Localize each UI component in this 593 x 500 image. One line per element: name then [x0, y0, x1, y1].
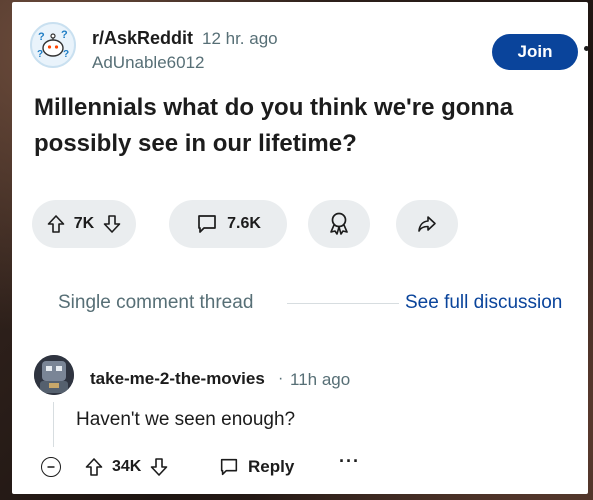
reply-label: Reply — [248, 457, 295, 476]
downvote-icon[interactable] — [149, 457, 169, 477]
award-button[interactable] — [308, 200, 370, 248]
comment-vote-group: 34K — [84, 452, 169, 482]
comment-thread-line[interactable] — [53, 402, 54, 447]
comment-username[interactable]: take-me-2-the-movies — [90, 369, 265, 389]
comments-button[interactable]: 7.6K — [169, 200, 287, 248]
comment-body: Haven't we seen enough? — [76, 409, 296, 430]
reply-button[interactable]: Reply — [218, 452, 294, 482]
comment-count: 7.6K — [227, 215, 261, 232]
single-thread-label: Single comment thread — [58, 292, 254, 313]
post-author[interactable]: AdUnable6012 — [92, 53, 204, 73]
reply-icon — [218, 456, 240, 478]
commenter-avatar[interactable] — [34, 355, 74, 395]
collapse-icon[interactable] — [41, 457, 61, 477]
downvote-icon[interactable] — [102, 214, 122, 234]
more-options-button[interactable]: ··· — [339, 451, 360, 472]
comment-vote-count: 34K — [112, 458, 142, 475]
post-vote-pill: 7K — [32, 200, 136, 248]
svg-text:?: ? — [63, 49, 69, 60]
post-card: ? ? ? ? r/AskReddit 12 hr. ago AdUnable6… — [12, 2, 588, 494]
subreddit-avatar-icon[interactable]: ? ? ? ? — [30, 22, 76, 68]
post-time: 12 hr. ago — [202, 29, 278, 48]
comment-time: 11h ago — [290, 370, 351, 389]
svg-text:?: ? — [38, 31, 45, 43]
svg-text:?: ? — [61, 29, 68, 41]
share-button[interactable] — [396, 200, 458, 248]
upvote-icon[interactable] — [46, 214, 66, 234]
thread-divider — [287, 303, 399, 304]
award-icon — [327, 211, 351, 237]
svg-text:?: ? — [37, 49, 43, 60]
post-title[interactable]: Millennials what do you think we're gonn… — [34, 90, 564, 162]
post-vote-count: 7K — [73, 215, 95, 232]
upvote-icon[interactable] — [84, 457, 104, 477]
join-button[interactable]: Join — [492, 34, 578, 70]
share-icon — [415, 212, 439, 236]
overflow-dot-icon[interactable] — [584, 46, 588, 51]
see-full-discussion-link[interactable]: See full discussion — [405, 292, 562, 314]
comment-icon — [195, 212, 219, 236]
meta-separator: · — [278, 370, 284, 387]
subreddit-name[interactable]: r/AskReddit — [92, 28, 193, 49]
